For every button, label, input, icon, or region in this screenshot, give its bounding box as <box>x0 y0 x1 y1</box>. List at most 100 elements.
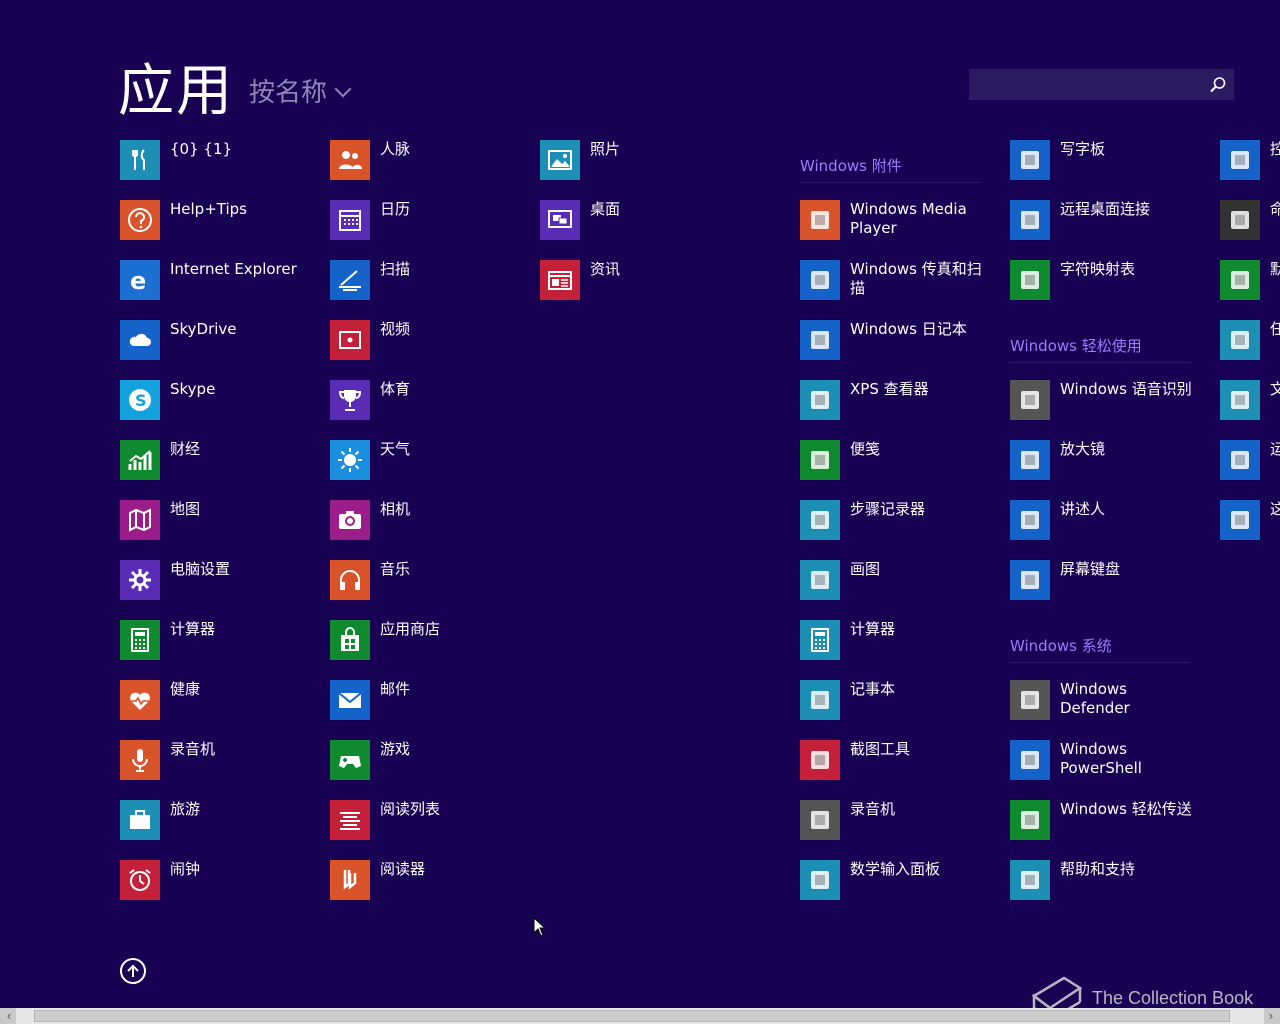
app-tile[interactable]: XPS 查看器 <box>800 380 1000 426</box>
app-tile[interactable]: 计算器 <box>800 620 1000 666</box>
app-tile[interactable]: Windows 语音识别 <box>1010 380 1210 426</box>
app-tile[interactable]: 人脉 <box>330 140 530 186</box>
camera-icon <box>330 500 370 540</box>
app-tile[interactable]: 这 <box>1220 500 1280 546</box>
question-icon <box>120 200 160 240</box>
app-tile[interactable]: 帮助和支持 <box>1010 860 1210 906</box>
store-icon <box>330 620 370 660</box>
app-tile[interactable]: 步骤记录器 <box>800 500 1000 546</box>
app-tile[interactable]: 扫描 <box>330 260 530 306</box>
app-tile[interactable]: 地图 <box>120 500 320 546</box>
app-tile[interactable]: 桌面 <box>540 200 740 246</box>
media-player-icon <box>800 200 840 240</box>
app-tile[interactable]: 屏幕键盘 <box>1010 560 1210 606</box>
paint-icon <box>800 560 840 600</box>
keyboard-icon <box>1010 560 1050 600</box>
app-tile[interactable]: e Internet Explorer <box>120 260 320 306</box>
app-tile[interactable]: Windows Defender <box>1010 680 1210 726</box>
scroll-up-button[interactable] <box>120 958 146 984</box>
app-tile[interactable]: 远程桌面连接 <box>1010 200 1210 246</box>
app-tile[interactable]: Windows 轻松传送 <box>1010 800 1210 846</box>
app-tile[interactable]: 记事本 <box>800 680 1000 726</box>
arrow-up-icon <box>127 964 139 977</box>
app-tile[interactable]: Help+Tips <box>120 200 320 246</box>
app-tile[interactable]: 应用商店 <box>330 620 530 666</box>
app-tile[interactable]: 闹钟 <box>120 860 320 906</box>
reader-icon <box>330 860 370 900</box>
app-tile[interactable]: 命 <box>1220 200 1280 246</box>
app-label: 文 <box>1270 380 1280 398</box>
app-tile[interactable]: 日历 <box>330 200 530 246</box>
app-tile[interactable]: 默 <box>1220 260 1280 306</box>
app-tile[interactable]: 放大镜 <box>1010 440 1210 486</box>
app-label: SkyDrive <box>170 320 237 338</box>
sort-by-name-dropdown[interactable]: 按名称 <box>249 72 352 109</box>
app-tile[interactable]: 视频 <box>330 320 530 366</box>
app-tile[interactable]: 游戏 <box>330 740 530 786</box>
app-label: 控 <box>1270 140 1280 158</box>
app-tile[interactable]: 便笺 <box>800 440 1000 486</box>
app-tile[interactable]: Windows 日记本 <box>800 320 1000 366</box>
app-label: 照片 <box>590 140 621 158</box>
app-tile[interactable]: 财经 <box>120 440 320 486</box>
scroll-left-arrow-icon[interactable]: ‹ <box>2 1010 16 1022</box>
narrator-icon <box>1010 500 1050 540</box>
app-tile[interactable]: 旅游 <box>120 800 320 846</box>
app-tile[interactable]: 健康 <box>120 680 320 726</box>
app-tile[interactable]: 截图工具 <box>800 740 1000 786</box>
app-tile[interactable]: 讲述人 <box>1010 500 1210 546</box>
app-tile[interactable]: 阅读器 <box>330 860 530 906</box>
app-label: Windows PowerShell <box>1060 740 1142 777</box>
app-tile[interactable]: 照片 <box>540 140 740 186</box>
app-tile[interactable]: 阅读列表 <box>330 800 530 846</box>
app-tile[interactable]: 相机 <box>330 500 530 546</box>
people-icon <box>330 140 370 180</box>
app-label: 步骤记录器 <box>850 500 926 518</box>
alarm-icon <box>120 860 160 900</box>
app-tile[interactable]: 录音机 <box>120 740 320 786</box>
app-tile[interactable]: 录音机 <box>800 800 1000 846</box>
app-tile[interactable]: 音乐 <box>330 560 530 606</box>
mouse-cursor-icon <box>533 917 547 937</box>
chart-icon <box>120 440 160 480</box>
app-tile[interactable]: 天气 <box>330 440 530 486</box>
app-tile[interactable]: {0} {1} <box>120 140 320 186</box>
app-tile[interactable]: 画图 <box>800 560 1000 606</box>
app-tile[interactable]: 资讯 <box>540 260 740 306</box>
app-tile[interactable]: S Skype <box>120 380 320 426</box>
default-programs-icon <box>1220 260 1260 300</box>
app-tile[interactable]: 数学输入面板 <box>800 860 1000 906</box>
app-tile[interactable]: Windows Media Player <box>800 200 1000 246</box>
search-input[interactable] <box>969 69 1209 102</box>
sort-label: 按名称 <box>249 78 328 108</box>
defender-icon <box>1010 680 1050 720</box>
app-label: 计算器 <box>850 620 896 638</box>
app-label: 闹钟 <box>170 860 201 878</box>
sticky-notes-icon <box>800 440 840 480</box>
app-tile[interactable]: 电脑设置 <box>120 560 320 606</box>
this-pc-icon <box>1220 500 1260 540</box>
search-box[interactable] <box>969 69 1234 102</box>
app-tile[interactable]: 邮件 <box>330 680 530 726</box>
app-tile[interactable]: 计算器 <box>120 620 320 666</box>
search-icon[interactable] <box>1209 76 1227 94</box>
page-title: 应用 <box>118 59 234 124</box>
charmap-icon <box>1010 260 1050 300</box>
app-tile[interactable]: 字符映射表 <box>1010 260 1210 306</box>
app-tile[interactable]: 控 <box>1220 140 1280 186</box>
app-tile[interactable]: 运 <box>1220 440 1280 486</box>
app-tile[interactable]: 写字板 <box>1010 140 1210 186</box>
app-tile[interactable]: 体育 <box>330 380 530 426</box>
app-tile[interactable]: 任 <box>1220 320 1280 366</box>
app-tile[interactable]: Windows PowerShell <box>1010 740 1210 786</box>
scrollbar-thumb[interactable] <box>34 1010 1230 1022</box>
scroll-right-arrow-icon[interactable]: › <box>1264 1010 1278 1022</box>
cloud-icon <box>120 320 160 360</box>
app-tile[interactable]: Windows 传真和扫描 <box>800 260 1000 306</box>
app-label: 桌面 <box>590 200 621 218</box>
app-tile[interactable]: SkyDrive <box>120 320 320 366</box>
horizontal-scrollbar[interactable]: ‹ › <box>0 1008 1280 1024</box>
app-label: 数学输入面板 <box>850 860 941 878</box>
remote-desktop-icon <box>1010 200 1050 240</box>
app-tile[interactable]: 文 <box>1220 380 1280 426</box>
